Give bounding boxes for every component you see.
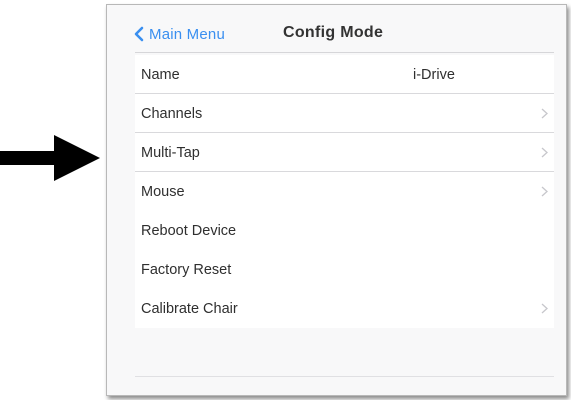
page-title: Config Mode xyxy=(283,24,384,41)
back-button-label: Main Menu xyxy=(149,25,226,43)
row-label: Factory Reset xyxy=(141,261,232,278)
row-label: Calibrate Chair xyxy=(141,300,238,317)
right-arrow-icon xyxy=(0,135,100,181)
back-button[interactable]: Main Menu xyxy=(133,24,225,44)
row-value: i-Drive xyxy=(413,66,455,83)
chevron-right-icon xyxy=(541,303,548,314)
chevron-right-icon xyxy=(541,186,548,197)
settings-row-factory-reset[interactable]: Factory Reset xyxy=(135,250,554,289)
annotated-screenshot: Main Menu Config Mode Name i-Drive Chann… xyxy=(0,0,571,400)
chevron-left-icon xyxy=(134,26,144,42)
bottom-divider xyxy=(135,376,554,377)
settings-row-calibrate-chair[interactable]: Calibrate Chair xyxy=(135,289,554,328)
settings-row-name[interactable]: Name i-Drive xyxy=(135,55,554,94)
settings-row-reboot-device[interactable]: Reboot Device xyxy=(135,211,554,250)
row-label: Channels xyxy=(141,105,203,122)
row-label: Reboot Device xyxy=(141,222,237,239)
navigation-bar: Main Menu Config Mode xyxy=(107,5,566,53)
chevron-right-icon xyxy=(541,108,548,119)
nav-divider xyxy=(135,52,554,53)
row-label: Name xyxy=(141,66,180,83)
settings-row-mouse[interactable]: Mouse xyxy=(135,172,554,211)
row-label: Multi-Tap xyxy=(141,144,200,161)
chevron-right-icon xyxy=(541,147,548,158)
settings-row-multi-tap[interactable]: Multi-Tap xyxy=(135,133,554,172)
settings-list: Name i-Drive Channels Multi-Tap Mouse Re… xyxy=(135,55,554,328)
row-label: Mouse xyxy=(141,183,185,200)
settings-row-channels[interactable]: Channels xyxy=(135,94,554,133)
device-screen: Main Menu Config Mode Name i-Drive Chann… xyxy=(106,4,567,396)
